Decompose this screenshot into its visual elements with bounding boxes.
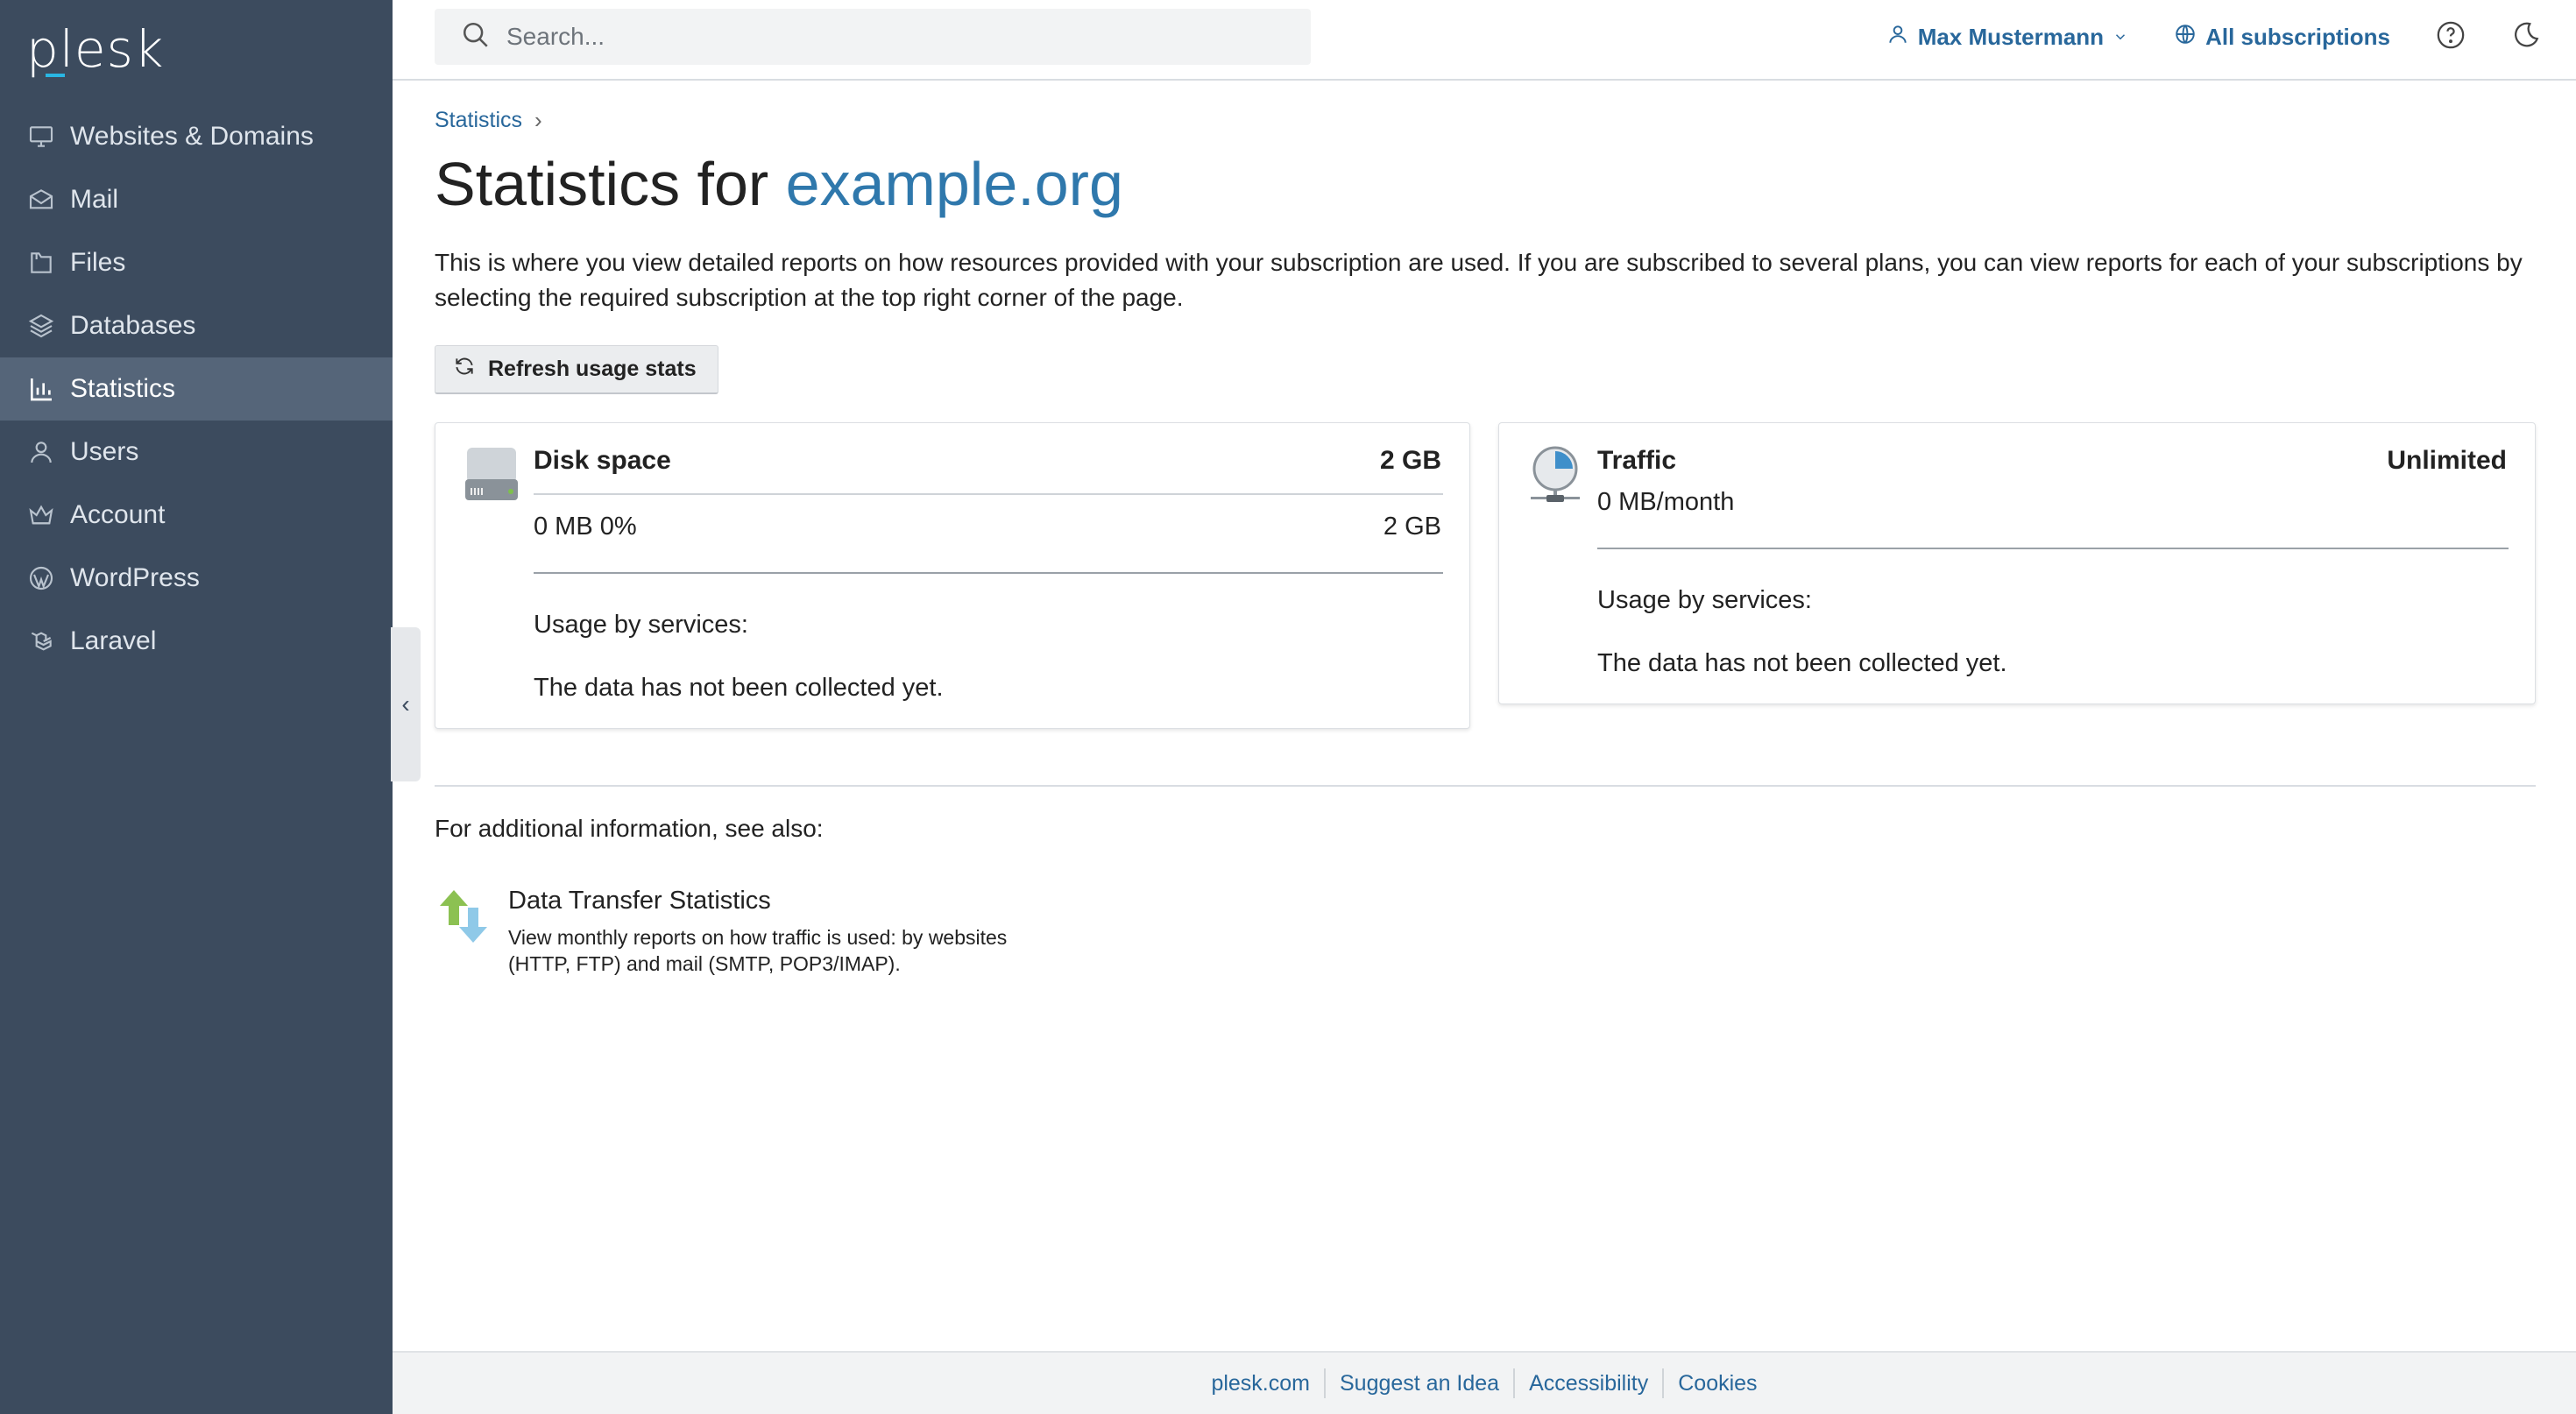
divider xyxy=(534,572,1443,574)
sidebar-nav: Websites & Domains Mail Files Databases … xyxy=(0,105,393,673)
clock-icon xyxy=(1527,444,1583,506)
laravel-icon xyxy=(26,626,56,656)
bar-chart-icon xyxy=(26,374,56,404)
sidebar-item-statistics[interactable]: Statistics xyxy=(0,357,393,421)
sidebar-item-account[interactable]: Account xyxy=(0,484,393,547)
folder-icon xyxy=(26,248,56,278)
sidebar-item-mail[interactable]: Mail xyxy=(0,168,393,231)
sidebar: plesk Websites & Domains Mail Files Data… xyxy=(0,0,393,1414)
sidebar-item-users[interactable]: Users xyxy=(0,421,393,484)
breadcrumb-link-statistics[interactable]: Statistics xyxy=(435,108,522,133)
section-divider xyxy=(435,785,2536,787)
sidebar-item-label: WordPress xyxy=(70,563,200,592)
traffic-no-data-text: The data has not been collected yet. xyxy=(1597,649,2007,677)
footer: plesk.com Suggest an Idea Accessibility … xyxy=(393,1351,2576,1414)
traffic-card: Traffic Unlimited 0 MB/month Usage by se… xyxy=(1498,422,2536,704)
sidebar-collapse-button[interactable]: ‹ xyxy=(391,627,421,781)
search-icon xyxy=(461,20,491,54)
traffic-usage-value: 0 MB/month xyxy=(1597,488,1735,516)
description-line: (HTTP, FTP) and mail (SMTP, POP3/IMAP). xyxy=(508,952,901,975)
sidebar-item-label: Databases xyxy=(70,311,196,340)
see-also-heading: For additional information, see also: xyxy=(435,815,824,842)
sidebar-item-label: Laravel xyxy=(70,626,157,655)
crown-icon xyxy=(26,500,56,530)
hard-drive-icon xyxy=(464,444,520,506)
footer-link-cookies[interactable]: Cookies xyxy=(1664,1371,1771,1396)
search-input[interactable] xyxy=(506,23,1295,51)
data-transfer-description: View monthly reports on how traffic is u… xyxy=(508,924,1078,977)
page-description: This is where you view detailed reports … xyxy=(435,249,2523,311)
sidebar-item-label: Account xyxy=(70,500,166,529)
subscription-selector[interactable]: All subscriptions xyxy=(2174,23,2390,52)
layers-icon xyxy=(26,311,56,341)
related-item-data-transfer: Data Transfer Statistics View monthly re… xyxy=(435,887,1078,977)
page-title: Statistics for example.org xyxy=(435,149,1123,219)
description-line: View monthly reports on how traffic is u… xyxy=(508,926,1008,949)
search-box xyxy=(435,9,1311,65)
sidebar-item-label: Websites & Domains xyxy=(70,122,314,151)
page-title-prefix: Statistics for xyxy=(435,150,769,218)
transfer-arrows-icon xyxy=(435,887,494,946)
data-transfer-statistics-link[interactable]: Data Transfer Statistics xyxy=(508,887,1078,916)
sidebar-item-label: Mail xyxy=(70,185,119,214)
refresh-button-label: Refresh usage stats xyxy=(488,357,697,381)
sidebar-item-label: Users xyxy=(70,437,139,466)
sidebar-item-wordpress[interactable]: WordPress xyxy=(0,547,393,610)
header-actions: Max Mustermann All subscriptions xyxy=(1886,0,2541,74)
refresh-icon xyxy=(453,355,476,384)
user-name: Max Mustermann xyxy=(1917,23,2105,50)
disk-usage-total: 2 GB xyxy=(1383,513,1441,541)
logo-accent xyxy=(46,74,65,77)
user-menu[interactable]: Max Mustermann xyxy=(1886,23,2128,52)
traffic-services-label: Usage by services: xyxy=(1597,586,1812,614)
divider xyxy=(534,493,1443,495)
sidebar-item-files[interactable]: Files xyxy=(0,231,393,294)
plesk-logo[interactable]: plesk xyxy=(26,19,164,79)
user-icon xyxy=(26,437,56,467)
monitor-icon xyxy=(26,122,56,152)
footer-link-suggest-idea[interactable]: Suggest an Idea xyxy=(1326,1371,1513,1396)
sidebar-item-laravel[interactable]: Laravel xyxy=(0,610,393,673)
wordpress-icon xyxy=(26,563,56,593)
sidebar-item-label: Statistics xyxy=(70,374,176,403)
footer-link-plesk[interactable]: plesk.com xyxy=(1197,1371,1324,1396)
envelope-icon xyxy=(26,185,56,215)
disk-services-label: Usage by services: xyxy=(534,611,748,639)
divider xyxy=(1597,548,2509,549)
chevron-down-icon xyxy=(2112,24,2128,51)
globe-icon xyxy=(2174,23,2197,52)
sidebar-item-databases[interactable]: Databases xyxy=(0,294,393,357)
user-icon xyxy=(1886,23,1909,52)
footer-link-accessibility[interactable]: Accessibility xyxy=(1515,1371,1662,1396)
help-icon[interactable] xyxy=(2436,20,2466,54)
dark-mode-icon[interactable] xyxy=(2511,20,2541,54)
disk-space-title: Disk space xyxy=(534,446,671,475)
refresh-usage-stats-button[interactable]: Refresh usage stats xyxy=(435,345,718,394)
breadcrumb: Statistics › xyxy=(435,107,542,134)
top-header: Max Mustermann All subscriptions xyxy=(393,0,2576,81)
sidebar-item-label: Files xyxy=(70,248,126,277)
subscription-label: All subscriptions xyxy=(2205,23,2390,50)
sidebar-item-websites-domains[interactable]: Websites & Domains xyxy=(0,105,393,168)
traffic-limit: Unlimited xyxy=(2387,446,2507,475)
disk-space-limit: 2 GB xyxy=(1379,446,1441,475)
disk-usage-value: 0 MB 0% xyxy=(534,513,637,541)
page-title-domain[interactable]: example.org xyxy=(786,150,1123,218)
chevron-left-icon: ‹ xyxy=(401,690,410,718)
disk-space-card: Disk space 2 GB 0 MB 0% 2 GB Usage by se… xyxy=(435,422,1470,729)
disk-no-data-text: The data has not been collected yet. xyxy=(534,674,944,702)
traffic-title: Traffic xyxy=(1597,446,1677,475)
chevron-right-icon: › xyxy=(534,107,542,133)
